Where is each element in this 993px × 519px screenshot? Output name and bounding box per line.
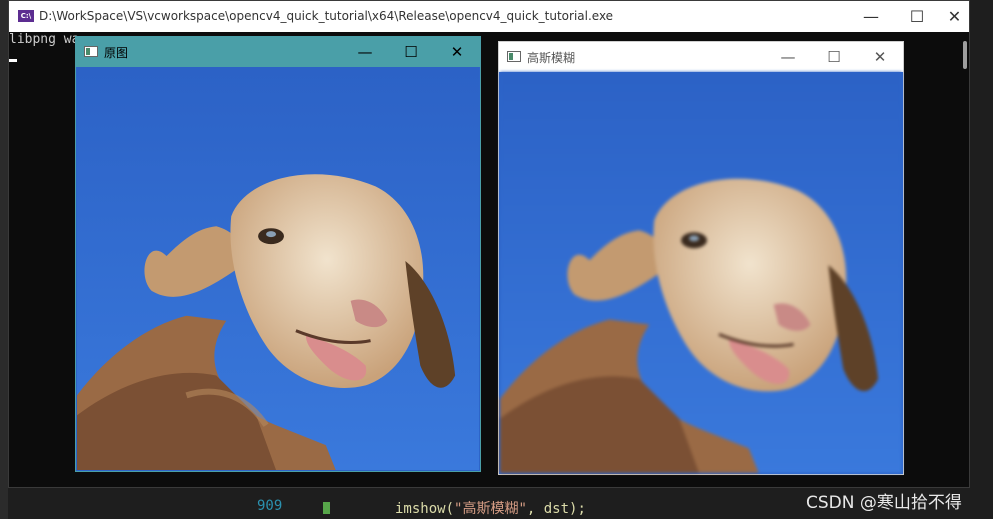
maximize-button[interactable]: ☐ bbox=[388, 37, 434, 67]
close-button[interactable]: ✕ bbox=[940, 1, 969, 32]
console-titlebar[interactable]: C:\ D:\WorkSpace\VS\vcworkspace\opencv4_… bbox=[9, 1, 969, 32]
minimize-button[interactable]: — bbox=[342, 37, 388, 67]
console-output: libpng wa bbox=[9, 32, 80, 47]
console-cursor bbox=[9, 59, 17, 62]
minimize-button[interactable]: — bbox=[848, 1, 894, 32]
gaussian-blur-window: 高斯模糊 — ☐ ✕ bbox=[498, 41, 904, 475]
close-button[interactable]: ✕ bbox=[857, 42, 903, 72]
original-image-window: 原图 — ☐ ✕ bbox=[75, 36, 481, 472]
minimize-button[interactable]: — bbox=[765, 42, 811, 72]
blurred-sheep-image bbox=[500, 72, 902, 473]
window-app-icon bbox=[84, 46, 98, 57]
code-args: , dst); bbox=[526, 501, 586, 517]
change-marker bbox=[323, 502, 330, 514]
console-app-icon: C:\ bbox=[18, 10, 34, 22]
console-scrollbar[interactable] bbox=[963, 41, 967, 69]
csdn-watermark: CSDN @寒山拾不得 bbox=[806, 493, 962, 513]
original-window-titlebar[interactable]: 原图 — ☐ ✕ bbox=[76, 37, 480, 67]
maximize-button[interactable]: ☐ bbox=[894, 1, 940, 32]
code-call: imshow( bbox=[395, 501, 455, 517]
line-number: 909 bbox=[257, 498, 283, 514]
maximize-button[interactable]: ☐ bbox=[811, 42, 857, 72]
code-string: "高斯模糊" bbox=[454, 501, 527, 517]
window-app-icon bbox=[507, 51, 521, 62]
original-sheep-image bbox=[77, 67, 479, 470]
code-text: imshow("高斯模糊", dst); bbox=[395, 498, 586, 518]
sheep-photo bbox=[77, 67, 479, 470]
console-title: D:\WorkSpace\VS\vcworkspace\opencv4_quic… bbox=[39, 9, 614, 23]
ide-left-gutter bbox=[0, 0, 8, 519]
blur-window-titlebar[interactable]: 高斯模糊 — ☐ ✕ bbox=[499, 42, 903, 72]
sheep-photo-blurred bbox=[500, 72, 902, 473]
original-window-title: 原图 bbox=[104, 46, 129, 60]
close-button[interactable]: ✕ bbox=[434, 37, 480, 67]
blur-window-title: 高斯模糊 bbox=[527, 51, 576, 65]
